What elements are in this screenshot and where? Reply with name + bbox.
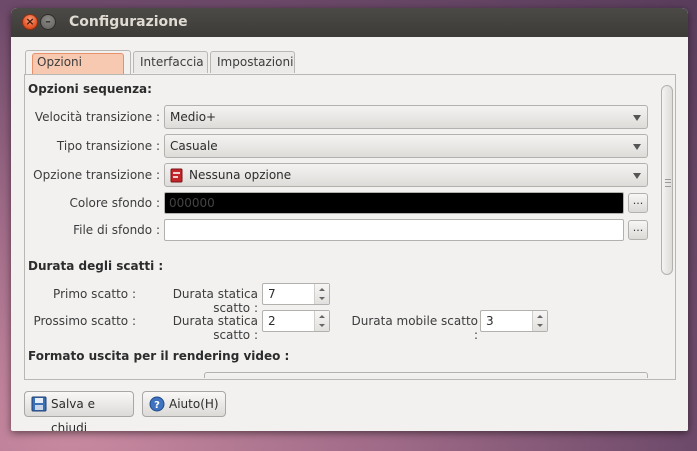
help-label: Aiuto(H) — [169, 397, 219, 411]
speed-label: Velocità transizione : — [34, 110, 160, 124]
tab-opzioni-progetto[interactable]: Opzioni progetto — [25, 50, 131, 89]
chevron-up-icon — [319, 288, 325, 291]
tab-panel: Opzioni sequenza: Velocità transizione :… — [24, 74, 676, 380]
speed-combo[interactable]: Medio+ — [164, 105, 648, 129]
option-label: Opzione transizione : — [33, 168, 160, 182]
next-static-label: Durata statica scatto : — [172, 314, 258, 342]
save-close-label: Salva e chiudi — [51, 397, 95, 431]
type-label: Tipo transizione : — [56, 139, 160, 153]
mobile-duration-stepper[interactable]: 3 — [480, 310, 548, 332]
bg-color-browse-button[interactable]: ... — [628, 193, 648, 213]
next-static-stepper[interactable]: 2 — [262, 310, 330, 332]
scrollbar-thumb[interactable] — [661, 85, 673, 275]
stepper-buttons[interactable] — [314, 311, 329, 331]
next-shot-label: Prossimo scatto : — [33, 314, 136, 328]
option-combo[interactable]: Nessuna opzione — [164, 163, 648, 187]
bg-color-label: Colore sfondo : — [69, 196, 160, 210]
bg-color-field[interactable]: 000000 — [164, 192, 624, 214]
first-shot-label: Primo scatto : — [53, 287, 136, 301]
first-static-label: Durata statica scatto : — [172, 287, 258, 315]
stepper-buttons[interactable] — [532, 311, 547, 331]
title-bar: × – Configurazione — [11, 8, 688, 37]
svg-text:?: ? — [154, 400, 160, 411]
speed-combo-value: Medio+ — [170, 110, 217, 124]
chevron-down-icon — [537, 324, 543, 327]
grip-icon — [665, 179, 671, 187]
help-icon: ? — [149, 396, 165, 412]
window-title: Configurazione — [69, 14, 188, 30]
type-combo[interactable]: Casuale — [164, 134, 648, 158]
floppy-disk-icon — [31, 396, 47, 412]
tab-impostazioni[interactable]: Impostazioni — [210, 51, 295, 73]
chevron-down-icon — [633, 173, 641, 179]
bg-file-label: File di sfondo : — [73, 223, 160, 237]
chevron-down-icon — [319, 324, 325, 327]
save-close-button[interactable]: Salva e chiudi — [24, 391, 134, 431]
section-sequence-title: Opzioni sequenza: — [28, 82, 152, 96]
stepper-buttons[interactable] — [314, 284, 329, 304]
scroll-content: Opzioni sequenza: Velocità transizione :… — [26, 76, 658, 378]
bg-file-browse-button[interactable]: ... — [628, 220, 648, 240]
first-static-stepper[interactable]: 7 — [262, 283, 330, 305]
vertical-scrollbar[interactable] — [661, 85, 675, 379]
close-icon[interactable]: × — [22, 14, 38, 30]
output-format-combo[interactable] — [204, 372, 648, 378]
section-output-title: Formato uscita per il rendering video : — [28, 349, 290, 363]
config-window: × – Configurazione Opzioni progetto Inte… — [11, 8, 688, 431]
chevron-down-icon — [633, 115, 641, 121]
type-combo-value: Casuale — [170, 139, 218, 153]
mobile-duration-value: 3 — [486, 314, 494, 328]
help-button[interactable]: ? Aiuto(H) — [142, 391, 226, 417]
first-static-value: 7 — [268, 287, 276, 301]
transition-option-icon — [170, 168, 183, 183]
mobile-duration-label: Durata mobile scatto : — [351, 314, 478, 342]
grip-line — [665, 182, 671, 183]
chevron-down-icon — [633, 144, 641, 150]
minimize-icon[interactable]: – — [40, 14, 56, 30]
option-combo-value: Nessuna opzione — [189, 168, 292, 182]
section-durations-title: Durata degli scatti : — [28, 259, 164, 273]
chevron-up-icon — [319, 315, 325, 318]
chevron-down-icon — [319, 297, 325, 300]
bg-file-field[interactable] — [164, 219, 624, 241]
tab-interfaccia[interactable]: Interfaccia — [133, 51, 208, 73]
next-static-value: 2 — [268, 314, 276, 328]
chevron-up-icon — [537, 315, 543, 318]
